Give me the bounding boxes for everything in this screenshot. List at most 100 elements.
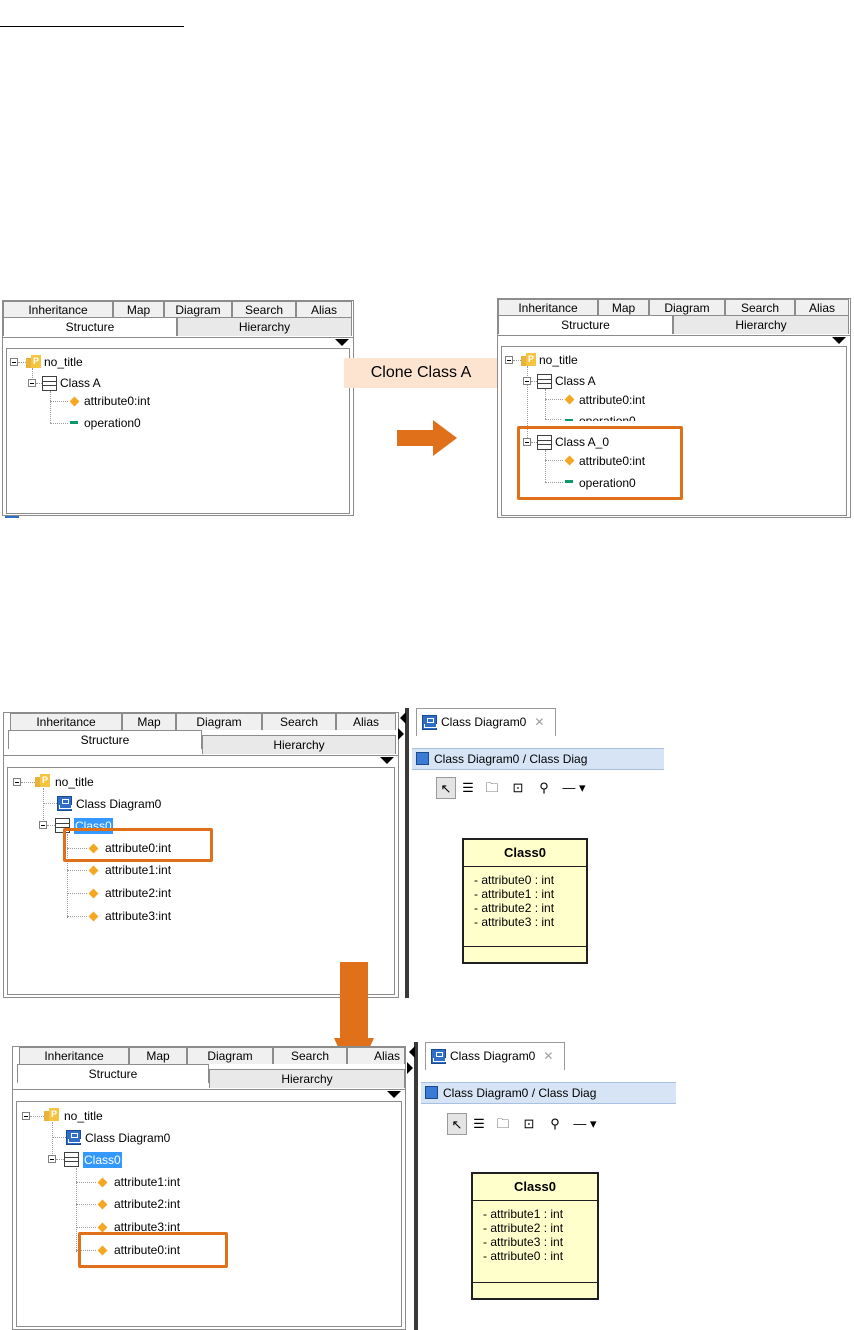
tab-hierarchy[interactable]: Hierarchy bbox=[202, 735, 396, 754]
pin-tool-icon[interactable]: ⚲ bbox=[545, 1113, 565, 1135]
tree-node-diagram[interactable]: Class Diagram0 bbox=[76, 796, 161, 812]
tree-node-class[interactable]: Class A bbox=[555, 373, 596, 389]
tab-map[interactable]: Map bbox=[598, 299, 649, 316]
tree-node-project[interactable]: no_title bbox=[44, 354, 83, 370]
tree-node-operation[interactable]: operation0 bbox=[84, 415, 141, 431]
tab-diagram[interactable]: Diagram bbox=[649, 299, 725, 316]
collapse-toggle[interactable] bbox=[28, 379, 36, 387]
subsystem-tool-icon[interactable]: ⊡ bbox=[508, 777, 528, 799]
tab-class-diagram[interactable]: Class Diagram0 ✕ bbox=[425, 1042, 565, 1070]
tree-node-attribute[interactable]: attribute1:int bbox=[105, 862, 171, 878]
select-tool-icon[interactable]: ↖ bbox=[447, 1113, 467, 1135]
operation-icon bbox=[565, 419, 573, 421]
tab-search[interactable]: Search bbox=[232, 301, 296, 318]
tab-inheritance[interactable]: Inheritance bbox=[10, 713, 122, 730]
tab-structure[interactable]: Structure bbox=[17, 1064, 209, 1083]
tab-row-top: Inheritance Map Diagram Search Alias bbox=[498, 299, 850, 316]
dropdown-arrow-icon[interactable] bbox=[832, 337, 846, 344]
tree-node-attribute[interactable]: attribute0:int bbox=[84, 393, 150, 409]
diagram-bar-icon bbox=[416, 752, 429, 765]
tab-hierarchy[interactable]: Hierarchy bbox=[673, 315, 849, 334]
tree-node-class[interactable]: Class A bbox=[60, 375, 101, 391]
collapse-toggle[interactable] bbox=[10, 358, 18, 366]
tab-alias[interactable]: Alias bbox=[296, 301, 352, 318]
tree-node-project[interactable]: no_title bbox=[539, 352, 578, 368]
tab-search[interactable]: Search bbox=[725, 299, 795, 316]
tree-node-diagram[interactable]: Class Diagram0 bbox=[85, 1130, 170, 1146]
tree-node-attribute[interactable]: attribute2:int bbox=[105, 885, 171, 901]
collapse-toggle[interactable] bbox=[13, 778, 21, 786]
uml-attribute: - attribute0 : int bbox=[474, 873, 555, 887]
attribute-label: attribute1:int bbox=[105, 863, 172, 877]
top-rule bbox=[0, 26, 184, 27]
class-icon bbox=[537, 374, 552, 389]
tab-search[interactable]: Search bbox=[262, 713, 336, 730]
tree-node-class[interactable]: Class0 bbox=[83, 1152, 122, 1168]
attribute-icon bbox=[88, 888, 99, 899]
class-tool-icon[interactable]: ☰ bbox=[469, 1113, 489, 1135]
tree-node-attribute[interactable]: attribute3:int bbox=[105, 908, 171, 924]
tab-alias[interactable]: Alias bbox=[795, 299, 849, 316]
collapse-toggle[interactable] bbox=[505, 356, 513, 364]
tab-map[interactable]: Map bbox=[113, 301, 164, 318]
tab-inheritance[interactable]: Inheritance bbox=[19, 1047, 129, 1064]
close-icon[interactable]: ✕ bbox=[534, 715, 544, 729]
tree-view: P no_title Class A attribute0:int operat… bbox=[6, 348, 350, 514]
tab-map[interactable]: Map bbox=[122, 713, 176, 730]
tab-inheritance[interactable]: Inheritance bbox=[498, 299, 598, 316]
tree-node-operation[interactable]: operation0 bbox=[579, 413, 636, 421]
tab-hierarchy[interactable]: Hierarchy bbox=[209, 1069, 405, 1088]
tab-class-diagram[interactable]: Class Diagram0 ✕ bbox=[416, 708, 556, 736]
package-tool-icon[interactable]: 🗀 bbox=[493, 1113, 513, 1135]
tab-structure[interactable]: Structure bbox=[3, 317, 177, 336]
subsystem-tool-icon[interactable]: ⊡ bbox=[519, 1113, 539, 1135]
line-tool-dropdown-icon[interactable]: — ▾ bbox=[560, 777, 588, 799]
uml-class-box[interactable]: Class0 - attribute0 : int - attribute1 :… bbox=[462, 838, 588, 964]
tree-node-attribute[interactable]: attribute0:int bbox=[579, 392, 645, 408]
tab-diagram[interactable]: Diagram bbox=[176, 713, 262, 730]
project-icon: P bbox=[44, 1108, 59, 1121]
dropdown-arrow-icon[interactable] bbox=[380, 757, 394, 764]
dropdown-arrow-icon[interactable] bbox=[335, 339, 349, 346]
class-tool-icon[interactable]: ☰ bbox=[458, 777, 478, 799]
tree-node-attribute[interactable]: attribute2:int bbox=[114, 1196, 180, 1212]
tab-alias[interactable]: Alias bbox=[347, 1047, 405, 1064]
attribute-label: attribute2:int bbox=[105, 886, 172, 900]
tab-map[interactable]: Map bbox=[129, 1047, 187, 1064]
tab-structure[interactable]: Structure bbox=[8, 730, 202, 749]
tree-node-project[interactable]: no_title bbox=[64, 1108, 103, 1124]
attribute-icon bbox=[97, 1222, 108, 1233]
tree-view: P no_title Class Diagram0 Class0 attribu… bbox=[16, 1101, 402, 1327]
splitter-arrows-icon[interactable] bbox=[407, 1046, 415, 1076]
uml-class-box[interactable]: Class0 - attribute1 : int - attribute2 :… bbox=[471, 1172, 599, 1300]
class-label: Class A bbox=[60, 376, 101, 390]
panel-dropdown-bar bbox=[498, 335, 850, 346]
dropdown-arrow-icon[interactable] bbox=[387, 1091, 401, 1098]
attribute-icon bbox=[97, 1199, 108, 1210]
collapse-toggle[interactable] bbox=[39, 821, 47, 829]
tab-structure[interactable]: Structure bbox=[498, 315, 673, 334]
collapse-toggle[interactable] bbox=[22, 1112, 30, 1120]
splitter-grip[interactable] bbox=[405, 708, 409, 998]
line-tool-dropdown-icon[interactable]: — ▾ bbox=[571, 1113, 599, 1135]
close-icon[interactable]: ✕ bbox=[543, 1049, 553, 1063]
tab-diagram[interactable]: Diagram bbox=[187, 1047, 273, 1064]
splitter-arrows-icon[interactable] bbox=[398, 712, 406, 742]
collapse-toggle[interactable] bbox=[523, 377, 531, 385]
tab-inheritance[interactable]: Inheritance bbox=[3, 301, 113, 318]
tab-row-bottom: Structure Hierarchy bbox=[4, 730, 398, 754]
tab-hierarchy[interactable]: Hierarchy bbox=[177, 317, 352, 336]
panel-edge-marker bbox=[5, 516, 19, 518]
collapse-toggle[interactable] bbox=[48, 1155, 56, 1163]
package-tool-icon[interactable]: 🗀 bbox=[482, 777, 502, 799]
tab-search[interactable]: Search bbox=[273, 1047, 347, 1064]
tab-alias[interactable]: Alias bbox=[336, 713, 396, 730]
tab-diagram[interactable]: Diagram bbox=[164, 301, 232, 318]
tree-node-project[interactable]: no_title bbox=[55, 774, 94, 790]
splitter-grip[interactable] bbox=[414, 1042, 418, 1330]
operation-label: operation0 bbox=[84, 416, 141, 430]
tree-node-attribute[interactable]: attribute1:int bbox=[114, 1174, 180, 1190]
pin-tool-icon[interactable]: ⚲ bbox=[534, 777, 554, 799]
select-tool-icon[interactable]: ↖ bbox=[436, 777, 456, 799]
attribute-icon bbox=[88, 865, 99, 876]
